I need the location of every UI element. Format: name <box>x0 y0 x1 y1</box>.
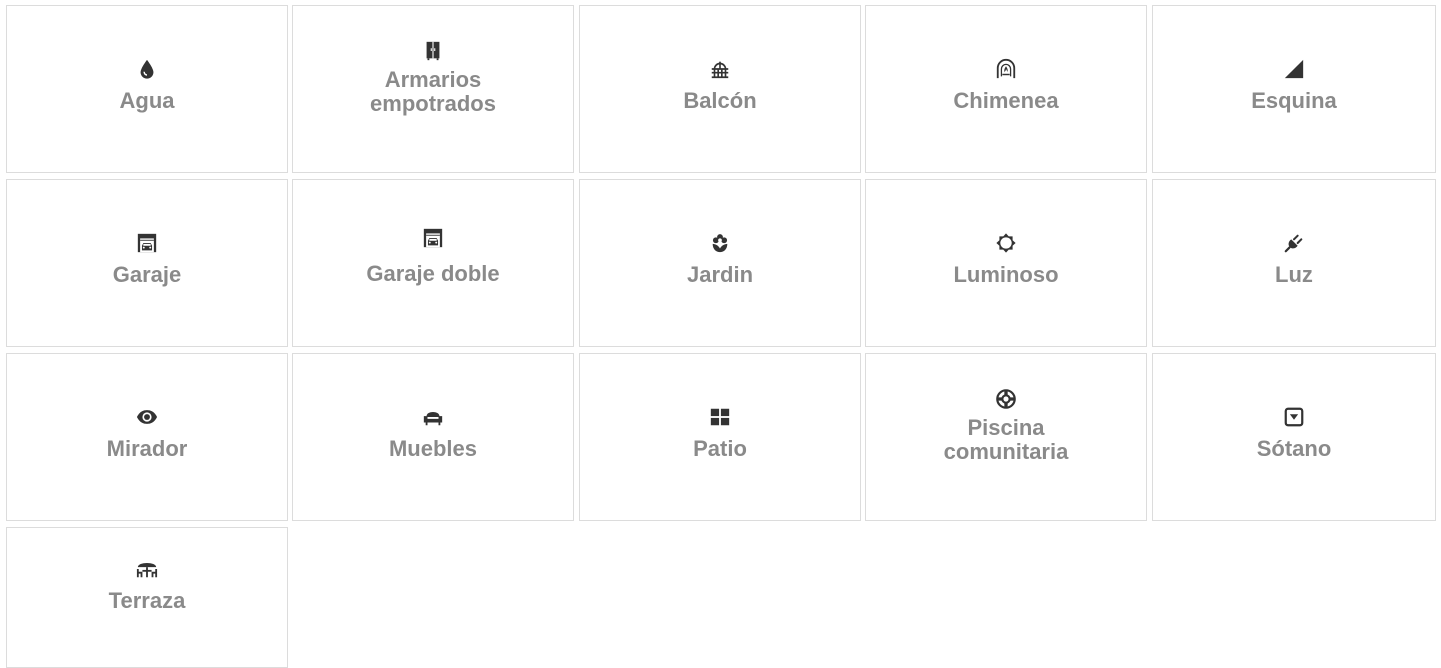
terrace-table-icon <box>136 558 158 580</box>
eye-icon <box>136 406 158 428</box>
flower-icon <box>709 232 731 254</box>
feature-label: Chimenea <box>953 88 1059 113</box>
plug-icon <box>1283 232 1305 254</box>
feature-garaje-doble[interactable]: Garaje doble <box>292 179 574 347</box>
feature-label: Luminoso <box>953 262 1059 287</box>
basement-icon <box>1283 406 1305 428</box>
armchair-icon <box>422 406 444 428</box>
feature-label: Mirador <box>106 436 188 461</box>
sun-icon <box>995 232 1017 254</box>
feature-label: Garaje doble <box>366 261 500 286</box>
garage-icon <box>136 232 158 254</box>
double-garage-icon <box>422 227 444 249</box>
water-drop-icon <box>136 58 158 80</box>
feature-label: Luz <box>1275 262 1313 287</box>
feature-patio[interactable]: Patio <box>579 353 861 521</box>
features-grid: Agua Armarios empotrados Balcón Chimenea… <box>0 0 1441 668</box>
feature-label: Piscina comunitaria <box>943 415 1069 464</box>
feature-mirador[interactable]: Mirador <box>6 353 288 521</box>
feature-label: Garaje <box>112 262 182 287</box>
feature-label: Terraza <box>108 588 186 613</box>
wardrobe-icon <box>422 40 444 62</box>
feature-label: Balcón <box>683 88 757 113</box>
feature-luminoso[interactable]: Luminoso <box>865 179 1147 347</box>
feature-label: Esquina <box>1251 88 1337 113</box>
feature-label: Sótano <box>1256 436 1332 461</box>
feature-chimenea[interactable]: Chimenea <box>865 5 1147 173</box>
feature-terraza[interactable]: Terraza <box>6 527 288 668</box>
feature-jardin[interactable]: Jardin <box>579 179 861 347</box>
feature-esquina[interactable]: Esquina <box>1152 5 1436 173</box>
balcony-icon <box>709 58 731 80</box>
feature-sotano[interactable]: Sótano <box>1152 353 1436 521</box>
feature-label: Muebles <box>388 436 478 461</box>
lifebuoy-icon <box>995 388 1017 410</box>
feature-piscina-comunitaria[interactable]: Piscina comunitaria <box>865 353 1147 521</box>
feature-label: Armarios empotrados <box>370 67 496 116</box>
feature-label: Jardin <box>686 262 754 287</box>
feature-balcon[interactable]: Balcón <box>579 5 861 173</box>
feature-label: Agua <box>119 88 175 113</box>
feature-armarios-empotrados[interactable]: Armarios empotrados <box>292 5 574 173</box>
fireplace-icon <box>995 58 1017 80</box>
feature-luz[interactable]: Luz <box>1152 179 1436 347</box>
feature-agua[interactable]: Agua <box>6 5 288 173</box>
corner-icon <box>1283 58 1305 80</box>
feature-label: Patio <box>693 436 747 461</box>
feature-garaje[interactable]: Garaje <box>6 179 288 347</box>
feature-muebles[interactable]: Muebles <box>292 353 574 521</box>
grid-squares-icon <box>709 406 731 428</box>
